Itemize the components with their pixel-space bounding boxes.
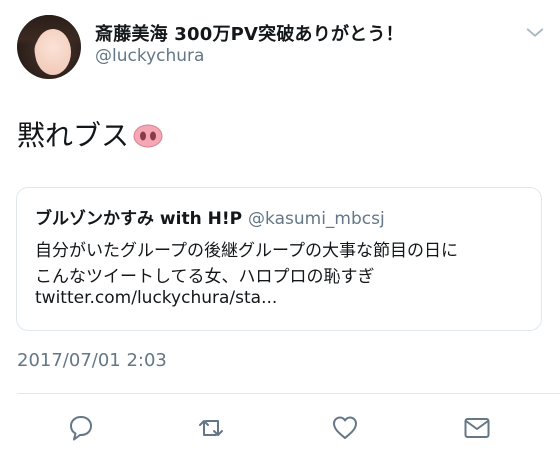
reply-icon[interactable] [66, 413, 96, 443]
quoted-tweet-header: ブルゾンかすみ with H!P @kasumi_mbcsj [35, 204, 385, 229]
message-icon[interactable] [462, 413, 492, 443]
timestamp: 2017/07/01 2:03 [17, 350, 167, 371]
pig-nose-icon [133, 122, 163, 148]
quoted-text-line: 自分がいたグループの後継グループの大事な節目の日に [35, 241, 458, 261]
divider [17, 393, 560, 394]
user-handle[interactable]: @luckychura [95, 46, 204, 66]
quoted-user-handle: @kasumi_mbcsj [248, 209, 385, 229]
quoted-display-name: ブルゾンかすみ with H!P [35, 209, 243, 229]
quoted-link[interactable]: twitter.com/luckychura/sta... [35, 288, 277, 308]
like-icon[interactable] [330, 413, 360, 443]
tweet-text: 黙れブス [17, 114, 163, 154]
avatar[interactable] [17, 15, 81, 79]
tweet-text-content: 黙れブス [17, 119, 130, 152]
retweet-icon[interactable] [196, 413, 226, 443]
quoted-tweet-card[interactable]: ブルゾンかすみ with H!P @kasumi_mbcsj 自分がいたグループの… [16, 187, 542, 331]
quoted-text-line: こんなツイートしてる女、ハロプロの恥すぎ [35, 267, 375, 287]
display-name[interactable]: 斎藤美海 300万PV突破ありがとう！ [95, 20, 404, 46]
chevron-down-icon[interactable] [524, 22, 546, 44]
